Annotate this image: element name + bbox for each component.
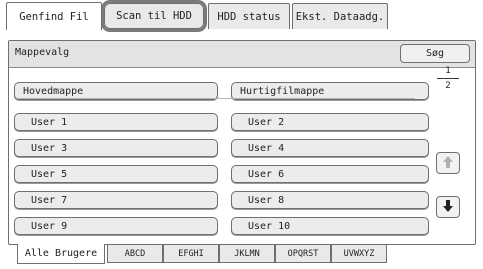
search-button-label: Søg [425,48,445,59]
tab-jklmn[interactable]: JKLMN [219,245,275,263]
tab-ekst-dataadg[interactable]: Ekst. Dataadg. [292,3,388,29]
tab-label: ABCD [124,248,146,259]
user-button-5[interactable]: User 5 [14,165,218,183]
main-folder-label: Hovedmappe [23,85,84,97]
user-label: User 9 [31,220,68,232]
user-button-6[interactable]: User 6 [231,165,429,183]
user-button-10[interactable]: User 10 [231,217,429,235]
user-label: User 6 [248,168,285,180]
quick-file-folder-label: Hurtigfilmappe [240,85,325,97]
tab-efghi[interactable]: EFGHI [163,245,219,263]
user-label: User 10 [248,220,291,232]
tab-hdd-status[interactable]: HDD status [208,3,290,29]
tab-label: Alle Brugere [24,248,98,259]
user-button-2[interactable]: User 2 [231,113,429,131]
user-button-7[interactable]: User 7 [14,191,218,209]
user-button-9[interactable]: User 9 [14,217,218,235]
total-pages: 2 [445,81,451,91]
page-separator [437,78,459,79]
user-label: User 3 [31,142,68,154]
header-bar: Mappevalg Søg [9,41,475,68]
tab-opqrst[interactable]: OPQRST [275,245,331,263]
divider [17,98,415,99]
tab-label: Genfind Fil [19,10,89,23]
user-button-1[interactable]: User 1 [14,113,218,131]
user-panel: Mappevalg Søg Hovedmappe Hurtigfilmappe … [8,40,476,245]
tab-uvwxyz[interactable]: UVWXYZ [331,245,387,263]
tab-label: JKLMN [234,248,260,259]
user-label: User 5 [31,168,68,180]
scroll-up-button[interactable] [436,152,460,174]
user-label: User 2 [248,116,285,128]
user-label: User 4 [248,142,285,154]
tab-label: UVWXYZ [343,248,375,259]
document-filing-screen: Genfind Fil Scan til HDD HDD status Ekst… [0,0,483,269]
user-button-4[interactable]: User 4 [231,139,429,157]
arrow-down-icon [442,198,454,217]
tab-label: Ekst. Dataadg. [295,10,385,23]
arrow-up-icon [442,154,454,173]
tab-genfind-fil[interactable]: Genfind Fil [6,2,102,30]
user-label: User 7 [31,194,68,206]
scroll-down-button[interactable] [436,196,460,218]
tab-label: HDD status [217,10,281,23]
tab-label: EFGHI [178,248,204,259]
user-button-8[interactable]: User 8 [231,191,429,209]
user-label: User 1 [31,116,68,128]
user-label: User 8 [248,194,285,206]
user-button-3[interactable]: User 3 [14,139,218,157]
page-indicator: 1 2 [437,66,459,91]
tab-label: OPQRST [287,248,319,259]
current-page: 1 [445,66,451,76]
tab-abcd[interactable]: ABCD [107,245,163,263]
tab-label: Scan til HDD [116,10,192,22]
search-button[interactable]: Søg [400,44,470,63]
tab-scan-til-hdd[interactable]: Scan til HDD [101,0,207,32]
tab-alle-brugere[interactable]: Alle Brugere [17,244,105,264]
folder-select-label: Mappevalg [15,47,70,58]
